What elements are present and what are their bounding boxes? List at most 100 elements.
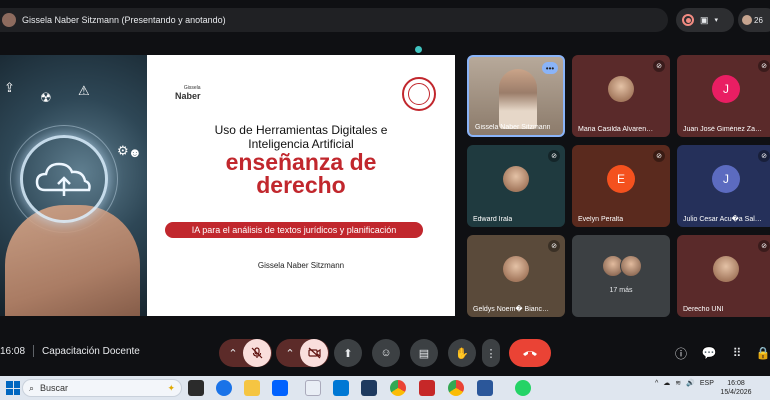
- chrome-icon[interactable]: [390, 380, 406, 396]
- task-view-icon[interactable]: [188, 380, 204, 396]
- mic-off-icon: ⊘: [653, 60, 665, 72]
- file-explorer-icon[interactable]: [244, 380, 260, 396]
- mic-off-icon: ⊘: [758, 150, 770, 162]
- camera-off-button[interactable]: [300, 339, 328, 367]
- slide-title-line1: Uso de Herramientas Digitales e: [214, 123, 388, 137]
- meeting-title: Capacitación Docente: [42, 345, 140, 357]
- participant-initial-avatar: J: [712, 75, 740, 104]
- user-icon: ☻: [128, 145, 142, 160]
- windows-start-icon[interactable]: [6, 381, 20, 395]
- avatar: [742, 15, 752, 25]
- raise-hand-button[interactable]: ✋: [448, 339, 476, 367]
- slide-subtitle: IA para el análisis de textos jurídicos …: [165, 222, 423, 238]
- participant-tile[interactable]: ⊘ Geldys Noem� Bianc…: [467, 235, 565, 317]
- whatsapp-icon[interactable]: [515, 380, 531, 396]
- more-vert-icon: ⋮: [485, 347, 497, 360]
- mic-off-icon: [251, 347, 263, 359]
- present-icon: ⬆: [343, 347, 353, 360]
- search-icon: ⌕: [29, 382, 35, 393]
- reactions-button[interactable]: ☺: [372, 339, 400, 367]
- hang-up-icon: [523, 351, 537, 356]
- avatar: [620, 255, 642, 277]
- speaker-icon[interactable]: 🔊: [686, 379, 695, 387]
- university-seal-icon: [402, 77, 436, 111]
- participant-name: Maria Casilda Alvaren…: [578, 126, 654, 133]
- taskbar-search[interactable]: ⌕ Buscar ✦: [22, 379, 182, 397]
- participant-tile[interactable]: 17 más: [572, 235, 670, 317]
- participant-name: Geldys Noem� Bianc…: [473, 306, 550, 313]
- presenter-banner[interactable]: Gissela Naber Sitzmann (Presentando y an…: [0, 8, 668, 32]
- taskbar-clock[interactable]: 16:08 15/4/2026: [712, 379, 760, 397]
- people-button[interactable]: 26: [738, 8, 770, 32]
- participant-tile[interactable]: J ⊘ Julio Cesar Acu�a Sal…: [677, 145, 770, 227]
- participant-tile[interactable]: ••• Gissela Naber Sitzmann: [467, 55, 565, 137]
- camera-options-chevron-icon[interactable]: ⌃: [279, 339, 301, 367]
- chat-icon[interactable]: 💬: [701, 345, 717, 361]
- lock-icon[interactable]: 🔒: [755, 345, 770, 361]
- participant-tile[interactable]: J ⊘ Juan José Giménez Za…: [677, 55, 770, 137]
- sparkle-icon: ✦: [167, 382, 175, 393]
- participant-avatar: [713, 256, 739, 283]
- participant-avatar: [503, 166, 529, 193]
- dropbox-icon[interactable]: [272, 380, 288, 396]
- participant-tile[interactable]: E ⊘ Evelyn Peralta: [572, 145, 670, 227]
- captions-button[interactable]: ▤: [410, 339, 438, 367]
- participant-avatar: [608, 76, 634, 103]
- participant-avatar: [503, 256, 529, 283]
- more-options-button[interactable]: ⋮: [482, 339, 500, 367]
- mic-options-chevron-icon[interactable]: ⌃: [222, 339, 244, 367]
- mic-off-icon: ⊘: [548, 150, 560, 162]
- clock-date: 15/4/2026: [720, 389, 752, 396]
- activities-icon[interactable]: ⠿: [729, 345, 745, 361]
- cloud-tray-icon[interactable]: ☁: [663, 379, 670, 387]
- chevron-up-icon[interactable]: ^: [655, 380, 658, 387]
- participant-name: Juan José Giménez Za…: [683, 126, 762, 133]
- participant-name: Edward Irala: [473, 216, 513, 223]
- slide-heading-line1: enseñanza de: [225, 149, 377, 175]
- emoji-icon: ☺: [380, 347, 392, 359]
- outlook-icon[interactable]: [333, 380, 349, 396]
- word-icon[interactable]: [477, 380, 493, 396]
- participant-tile[interactable]: ⊘ Edward Irala: [467, 145, 565, 227]
- participant-name: Derecho UNI: [683, 306, 724, 313]
- info-icon[interactable]: ⓘ: [673, 345, 689, 361]
- participant-tile[interactable]: ⊘ Derecho UNI: [677, 235, 770, 317]
- slide: Gissela Naber Uso de Herramientas Digita…: [147, 55, 455, 316]
- meeting-info: 16:08 Capacitación Docente: [0, 345, 140, 357]
- slide-title: Uso de Herramientas Digitales e Intelige…: [147, 123, 455, 151]
- presenter-avatar: [2, 13, 16, 27]
- edge-icon[interactable]: [216, 380, 232, 396]
- terminal-icon[interactable]: [361, 380, 377, 396]
- radiation-icon: ☢: [40, 90, 52, 105]
- wifi-icon[interactable]: ≋: [675, 379, 681, 387]
- top-bar: Gissela Naber Sitzmann (Presentando y an…: [0, 8, 770, 34]
- mcafee-icon[interactable]: [419, 380, 435, 396]
- screen-share-icon[interactable]: ▣: [700, 15, 709, 26]
- mic-off-button[interactable]: [243, 339, 271, 367]
- logo-text: Naber: [175, 91, 201, 101]
- record-icon[interactable]: [682, 14, 694, 26]
- mic-off-icon: ⊘: [548, 240, 560, 252]
- participant-name: Gissela Naber Sitzmann: [475, 124, 551, 131]
- meeting-time: 16:08: [0, 345, 26, 357]
- upload-icon: ⇪: [4, 80, 15, 95]
- present-button[interactable]: ⬆: [334, 339, 362, 367]
- recording-controls[interactable]: ▣ ▾: [676, 8, 734, 32]
- participant-tile[interactable]: ⊘ Maria Casilda Alvaren…: [572, 55, 670, 137]
- participant-count: 26: [754, 15, 763, 25]
- presenter-label: Gissela Naber Sitzmann (Presentando y an…: [22, 15, 226, 25]
- leave-call-button[interactable]: [509, 339, 551, 367]
- app-icon[interactable]: [305, 380, 321, 396]
- more-options-icon[interactable]: •••: [542, 62, 558, 74]
- more-participants-label: 17 más: [609, 287, 633, 294]
- divider: [33, 345, 35, 357]
- mic-off-icon: ⊘: [758, 240, 770, 252]
- settings-icon: ⚙: [117, 143, 129, 158]
- meet-window: Gissela Naber Sitzmann (Presentando y an…: [0, 0, 770, 400]
- cloud-icon: [20, 135, 108, 223]
- chevron-down-icon[interactable]: ▾: [715, 16, 719, 24]
- participant-name: Julio Cesar Acu�a Sal…: [683, 216, 762, 223]
- participant-name: Evelyn Peralta: [578, 216, 624, 223]
- participant-video: [499, 69, 537, 129]
- chrome-profile-icon[interactable]: [448, 380, 464, 396]
